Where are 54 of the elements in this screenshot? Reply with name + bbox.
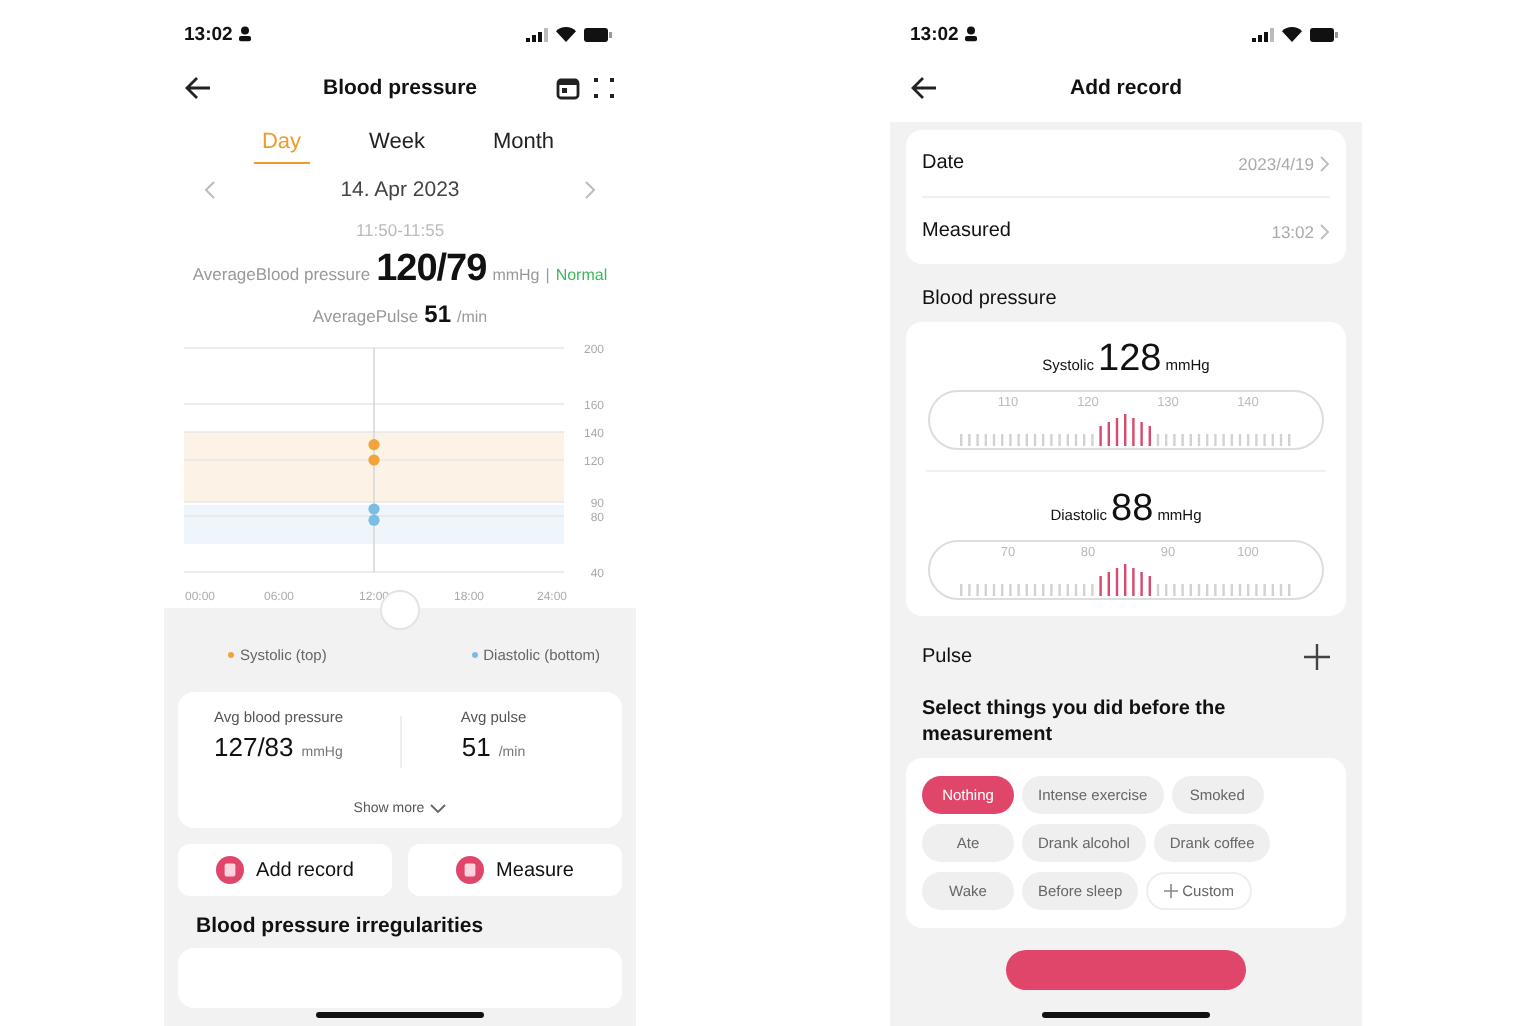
date-label: 14. Apr 2023: [340, 178, 460, 202]
question-heading: Select things you did before the measurement: [922, 698, 1228, 748]
wifi-icon: [556, 26, 576, 42]
row-value: 2023/4/19: [1238, 153, 1314, 173]
add-record-button[interactable]: Add record: [178, 844, 392, 896]
avg-bp-value: 127/83: [214, 732, 294, 762]
back-arrow-icon[interactable]: [910, 76, 938, 100]
person-icon: [964, 26, 979, 42]
battery-icon: [1310, 27, 1338, 41]
plus-icon[interactable]: [1304, 644, 1330, 670]
avg-pulse-value: 51: [461, 732, 491, 762]
person-icon: [238, 26, 253, 42]
period-tab[interactable]: Month: [484, 126, 563, 164]
section-title: Blood pressure irregularities: [194, 914, 486, 938]
status-time: 13:02: [910, 23, 959, 45]
average-bp-unit: mmHg: [492, 266, 540, 284]
chevron-right-icon: [1320, 223, 1330, 239]
settings-row[interactable]: Date 2023/4/19: [922, 130, 1330, 198]
wifi-icon: [1282, 26, 1302, 42]
separator: |: [545, 266, 550, 284]
row-value: 13:02: [1271, 221, 1314, 241]
chevron-right-icon: [1320, 155, 1330, 171]
average-pulse-label: AveragePulse: [312, 306, 419, 326]
period-tab[interactable]: Week: [361, 126, 433, 164]
pulse-label: Pulse: [922, 646, 973, 668]
average-bp-value: 120/79: [376, 248, 487, 292]
data-point: [368, 454, 380, 466]
screen-title: Add record: [1067, 76, 1184, 100]
monitor-icon: [456, 856, 485, 884]
measure-button[interactable]: Measure: [408, 844, 622, 896]
time-range: 11:50-11:55: [353, 220, 447, 240]
signal-icon: [1252, 27, 1274, 41]
status-time: 13:02: [184, 23, 233, 45]
battery-icon: [584, 27, 612, 41]
save-button[interactable]: [1006, 950, 1246, 990]
plus-icon: [1164, 884, 1179, 898]
dial-value: 128: [1098, 338, 1162, 382]
data-point: [368, 439, 380, 451]
chevron-down-icon: [430, 804, 447, 814]
fullscreen-icon[interactable]: [592, 76, 616, 100]
back-arrow-icon[interactable]: [184, 76, 212, 100]
dial-value: 88: [1111, 488, 1154, 532]
signal-icon: [526, 27, 548, 41]
calendar-icon[interactable]: [556, 76, 580, 100]
screen-title: Blood pressure: [320, 76, 480, 100]
section-title: Blood pressure: [922, 288, 1059, 310]
settings-row[interactable]: Measured 13:02: [922, 198, 1330, 264]
note-icon: [216, 856, 245, 884]
average-bp-label: AverageBlood pressure: [192, 264, 371, 284]
row-label: Measured: [922, 220, 1011, 242]
average-pulse-value: 51: [424, 300, 451, 328]
row-label: Date: [922, 152, 965, 174]
status-label: Normal: [555, 266, 608, 284]
average-pulse-unit: /min: [457, 308, 488, 326]
